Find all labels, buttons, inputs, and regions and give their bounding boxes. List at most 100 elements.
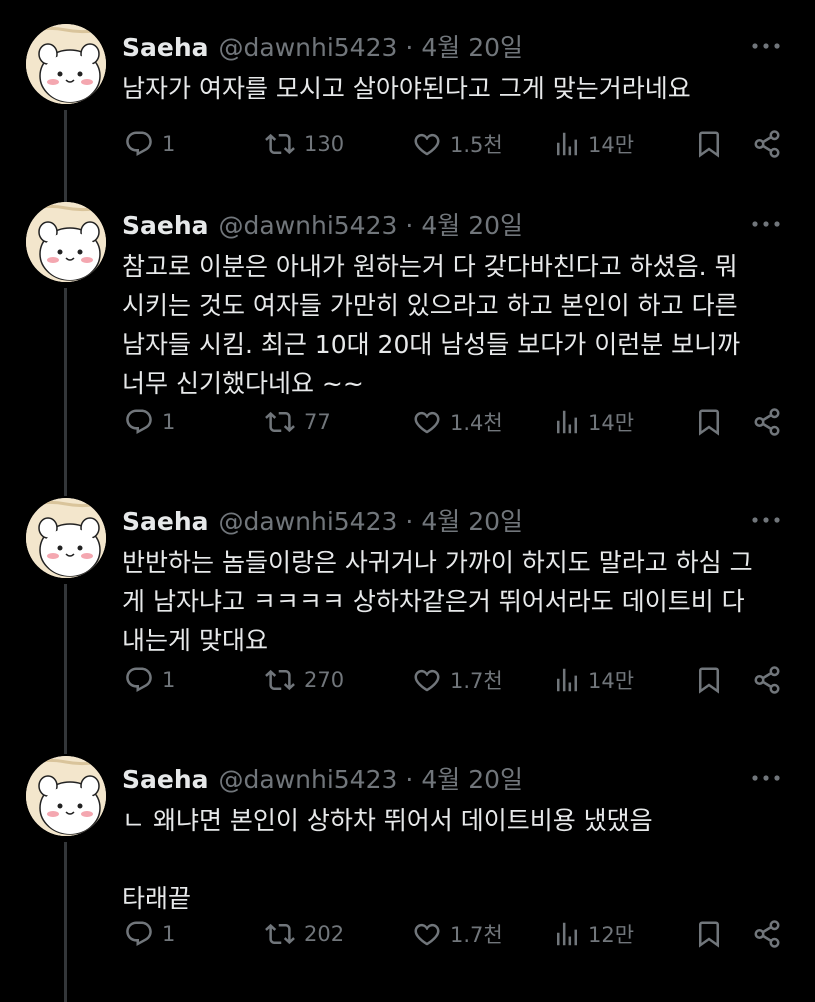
retweet-button[interactable]: 77 xyxy=(262,405,331,439)
avatar[interactable] xyxy=(26,498,106,578)
more-icon xyxy=(752,221,780,227)
reply-button[interactable]: 1 xyxy=(122,405,175,439)
like-button[interactable]: 1.4천 xyxy=(410,405,503,439)
views-icon xyxy=(557,410,577,434)
share-button[interactable] xyxy=(752,405,782,439)
views-button[interactable]: 14만 xyxy=(552,663,634,697)
header-separator: · xyxy=(405,33,414,62)
like-button[interactable]: 1.7천 xyxy=(410,663,503,697)
tweet-header: Saeha @dawnhi5423 · 4월 20일 xyxy=(122,760,523,794)
like-button[interactable]: 1.5천 xyxy=(410,127,503,161)
action-bar: 1 77 1.4천 14만 xyxy=(122,405,792,439)
thread-line xyxy=(64,842,67,1002)
views-icon xyxy=(557,132,577,156)
thread-line xyxy=(64,584,67,754)
bookmark-button[interactable] xyxy=(694,663,724,697)
bookmark-button[interactable] xyxy=(694,405,724,439)
avatar-image xyxy=(26,756,106,836)
author-handle[interactable]: @dawnhi5423 xyxy=(219,33,398,62)
bookmark-icon xyxy=(699,409,719,436)
action-bar: 1 130 1.5천 14만 xyxy=(122,127,792,161)
views-count: 14만 xyxy=(588,411,635,435)
more-button[interactable] xyxy=(751,36,781,49)
author-handle[interactable]: @dawnhi5423 xyxy=(219,765,398,794)
reply-count: 1 xyxy=(162,668,176,692)
retweet-button[interactable]: 202 xyxy=(262,917,344,951)
heart-icon xyxy=(414,669,440,692)
reply-icon xyxy=(126,921,152,947)
retweet-count: 130 xyxy=(304,132,345,156)
tweet-text: 남자가 여자를 모시고 살아야된다고 그게 맞는거라네요 xyxy=(122,74,691,103)
bookmark-button[interactable] xyxy=(694,127,724,161)
heart-icon xyxy=(414,923,440,946)
more-button[interactable] xyxy=(751,510,781,523)
header-separator: · xyxy=(405,507,414,536)
tweet-date[interactable]: 4월 20일 xyxy=(421,206,523,242)
retweet-count: 77 xyxy=(304,410,331,434)
share-button[interactable] xyxy=(752,917,782,951)
tweet-date[interactable]: 4월 20일 xyxy=(421,502,523,538)
reply-button[interactable]: 1 xyxy=(122,663,175,697)
tweet-date[interactable]: 4월 20일 xyxy=(421,28,523,64)
retweet-icon xyxy=(265,923,295,945)
views-button[interactable]: 14만 xyxy=(552,405,634,439)
avatar-image xyxy=(26,202,106,282)
reply-count: 1 xyxy=(162,410,176,434)
share-icon xyxy=(754,408,780,436)
share-icon xyxy=(754,130,780,158)
more-button[interactable] xyxy=(751,768,781,781)
author-name[interactable]: Saeha xyxy=(122,33,209,62)
bookmark-button[interactable] xyxy=(694,917,724,951)
author-handle[interactable]: @dawnhi5423 xyxy=(219,211,398,240)
author-name[interactable]: Saeha xyxy=(122,765,209,794)
author-name[interactable]: Saeha xyxy=(122,507,209,536)
retweet-count: 202 xyxy=(304,922,345,946)
reply-button[interactable]: 1 xyxy=(122,917,175,951)
views-count: 14만 xyxy=(588,669,635,693)
views-button[interactable]: 12만 xyxy=(552,917,634,951)
reply-count: 1 xyxy=(162,922,176,946)
action-bar: 1 270 1.7천 14만 xyxy=(122,663,792,697)
reply-icon xyxy=(126,667,152,693)
views-count: 14만 xyxy=(588,133,635,157)
header-separator: · xyxy=(405,765,414,794)
reply-icon xyxy=(126,131,152,157)
bookmark-icon xyxy=(699,667,719,694)
author-handle[interactable]: @dawnhi5423 xyxy=(219,507,398,536)
action-bar: 1 202 1.7천 12만 xyxy=(122,917,792,951)
retweet-button[interactable]: 130 xyxy=(262,127,344,161)
views-icon xyxy=(557,922,577,946)
bookmark-icon xyxy=(699,131,719,158)
more-icon xyxy=(752,43,780,49)
like-button[interactable]: 1.7천 xyxy=(410,917,503,951)
heart-icon xyxy=(414,411,440,434)
tweet-header: Saeha @dawnhi5423 · 4월 20일 xyxy=(122,28,523,62)
share-icon xyxy=(754,666,780,694)
reply-icon xyxy=(126,409,152,435)
avatar[interactable] xyxy=(26,756,106,836)
more-button[interactable] xyxy=(751,214,781,227)
share-button[interactable] xyxy=(752,127,782,161)
views-count: 12만 xyxy=(588,923,635,947)
tweet-header: Saeha @dawnhi5423 · 4월 20일 xyxy=(122,206,523,240)
like-count: 1.7천 xyxy=(450,923,503,947)
tweet-header: Saeha @dawnhi5423 · 4월 20일 xyxy=(122,502,523,536)
tweet-date[interactable]: 4월 20일 xyxy=(421,760,523,796)
retweet-icon xyxy=(265,133,295,155)
retweet-icon xyxy=(265,411,295,433)
header-separator: · xyxy=(405,211,414,240)
retweet-button[interactable]: 270 xyxy=(262,663,344,697)
avatar-image xyxy=(26,24,106,104)
share-button[interactable] xyxy=(752,663,782,697)
views-icon xyxy=(557,668,577,692)
thread-line xyxy=(64,288,67,496)
avatar[interactable] xyxy=(26,202,106,282)
share-icon xyxy=(754,920,780,948)
avatar[interactable] xyxy=(26,24,106,104)
author-name[interactable]: Saeha xyxy=(122,211,209,240)
tweet-text: ㄴ 왜냐면 본인이 상하차 뛰어서 데이트비용 냈댔음 타래끝 xyxy=(122,806,653,913)
views-button[interactable]: 14만 xyxy=(552,127,634,161)
more-icon xyxy=(752,775,780,781)
like-count: 1.4천 xyxy=(450,411,503,435)
reply-button[interactable]: 1 xyxy=(122,127,175,161)
